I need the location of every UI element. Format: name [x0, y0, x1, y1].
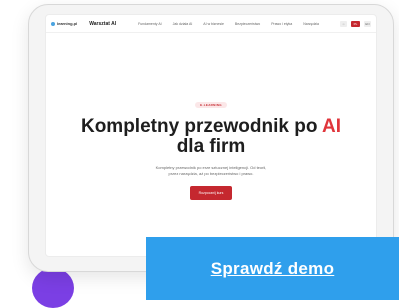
hero-subtitle-line1: Kompletny przewodnik po erze sztucznej i… [155, 165, 267, 170]
nav-link[interactable]: Fundamenty AI [138, 22, 162, 26]
nav-link[interactable]: Bezpieczeństwo [235, 22, 260, 26]
nav-link[interactable]: Narzędzia [303, 22, 319, 26]
nav-links: Fundamenty AI Jak działa AI AI w biznesi… [138, 22, 330, 26]
logo-text: learning.pl [57, 21, 78, 26]
tablet-mockup: learning.pl Warsztat AI Fundamenty AI Ja… [28, 4, 394, 272]
brand-title: Warsztat AI [89, 20, 117, 27]
logo-dot-icon [51, 21, 55, 26]
start-course-button[interactable]: Rozpocznij kurs [189, 186, 233, 200]
nav-actions: ☼ PL EN [336, 20, 371, 27]
site-logo[interactable]: learning.pl [51, 21, 77, 26]
demo-cta-label[interactable]: Sprawdź demo [211, 259, 335, 279]
hero-subtitle-line2: przez narzędzia, aż po bezpieczeństwo i … [168, 171, 254, 176]
hero-title-accent: AI [322, 116, 342, 137]
nav-link[interactable]: Jak działa AI [173, 22, 193, 26]
hero-subtitle: Kompletny przewodnik po erze sztucznej i… [46, 165, 376, 177]
decorative-purple-shape [32, 268, 74, 308]
demo-cta-button[interactable]: Sprawdź demo [146, 237, 399, 300]
theme-toggle-icon[interactable]: ☼ [340, 20, 347, 27]
hero-title: Kompletny przewodnik po AI dla firm [46, 117, 376, 157]
site-navbar: learning.pl Warsztat AI Fundamenty AI Ja… [46, 15, 376, 33]
nav-link[interactable]: Prawo i etyka [271, 22, 292, 26]
language-en-button[interactable]: EN [364, 20, 371, 27]
hero-badge: E-LEARNING [195, 102, 227, 108]
language-pl-button[interactable]: PL [351, 20, 360, 27]
tablet-screen: learning.pl Warsztat AI Fundamenty AI Ja… [45, 14, 377, 257]
nav-link[interactable]: AI w biznesie [203, 22, 224, 26]
hero-title-line2: dla firm [176, 136, 246, 157]
hero-section: E-LEARNING Kompletny przewodnik po AI dl… [46, 33, 376, 200]
hero-title-main: Kompletny przewodnik po [80, 116, 323, 137]
